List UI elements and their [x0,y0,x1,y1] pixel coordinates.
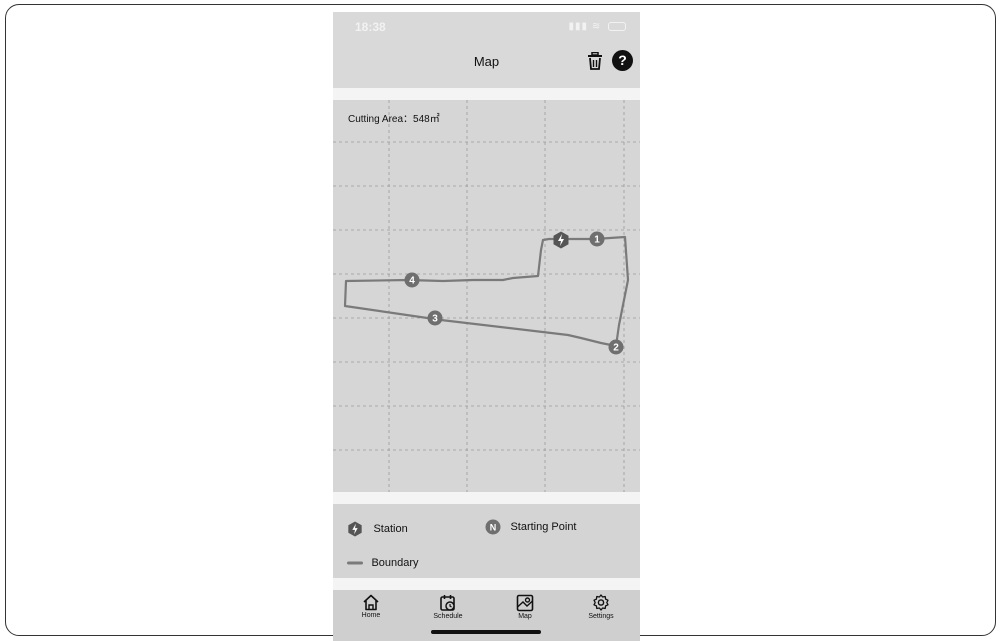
map-canvas[interactable]: 1 2 3 4 [333,100,640,492]
calendar-clock-icon [440,595,455,611]
boundary-point-3[interactable]: 3 [427,310,443,326]
legend-starting-point: N Starting Point [485,518,577,536]
tab-home-label: Home [361,612,381,619]
map-legend: Station N Starting Point Boundary [333,504,640,578]
legend-boundary-label: Boundary [371,556,419,569]
divider [333,492,640,504]
header: Map ? [333,40,640,88]
trash-icon[interactable] [587,52,603,70]
station-icon[interactable] [552,231,570,249]
point-label: 4 [409,276,415,287]
tab-settings[interactable]: Settings [571,594,631,620]
legend-station: Station [347,520,408,538]
tab-map-label: Map [518,613,532,620]
divider [333,578,640,590]
wifi-icon: ≋ [591,21,602,32]
boundary-point-4[interactable]: 4 [404,272,420,288]
divider [333,88,640,100]
home-icon [363,594,379,611]
gear-icon [593,594,609,611]
map-svg [333,100,640,492]
tab-home[interactable]: Home [341,594,401,619]
tab-settings-label: Settings [588,613,614,620]
home-indicator[interactable] [431,630,541,634]
phone-screen: 18:38 ▮▮▮ ≋ Map ? 1 2 3 4 Cutting Area：5… [333,12,640,641]
status-bar: 18:38 ▮▮▮ ≋ [333,12,640,40]
battery-icon [608,21,626,31]
tab-schedule-label: Schedule [433,613,463,620]
status-icons: ▮▮▮ ≋ [569,21,626,32]
boundary-point-2[interactable]: 2 [608,339,624,355]
boundary-path [343,235,630,348]
map-icon [516,594,534,612]
cutting-area-label: Cutting Area：548㎡ [348,114,440,125]
map-grid [333,100,640,492]
boundary-line-icon [347,561,363,565]
boundary-point-1[interactable]: 1 [589,231,605,247]
tab-schedule[interactable]: Schedule [418,594,478,620]
point-label: 1 [594,235,600,246]
legend-station-label: Station [373,522,408,535]
signal-icon: ▮▮▮ [568,21,589,32]
point-label: 3 [432,314,438,325]
legend-boundary: Boundary [347,554,419,572]
legend-starting-point-label: Starting Point [510,520,577,533]
station-icon [348,521,362,537]
starting-point-icon: N [485,519,501,535]
starting-point-symbol: N [490,522,497,532]
help-button[interactable]: ? [612,50,633,71]
tab-map[interactable]: Map [495,594,555,620]
status-time: 18:38 [355,20,386,34]
point-label: 2 [613,343,619,354]
